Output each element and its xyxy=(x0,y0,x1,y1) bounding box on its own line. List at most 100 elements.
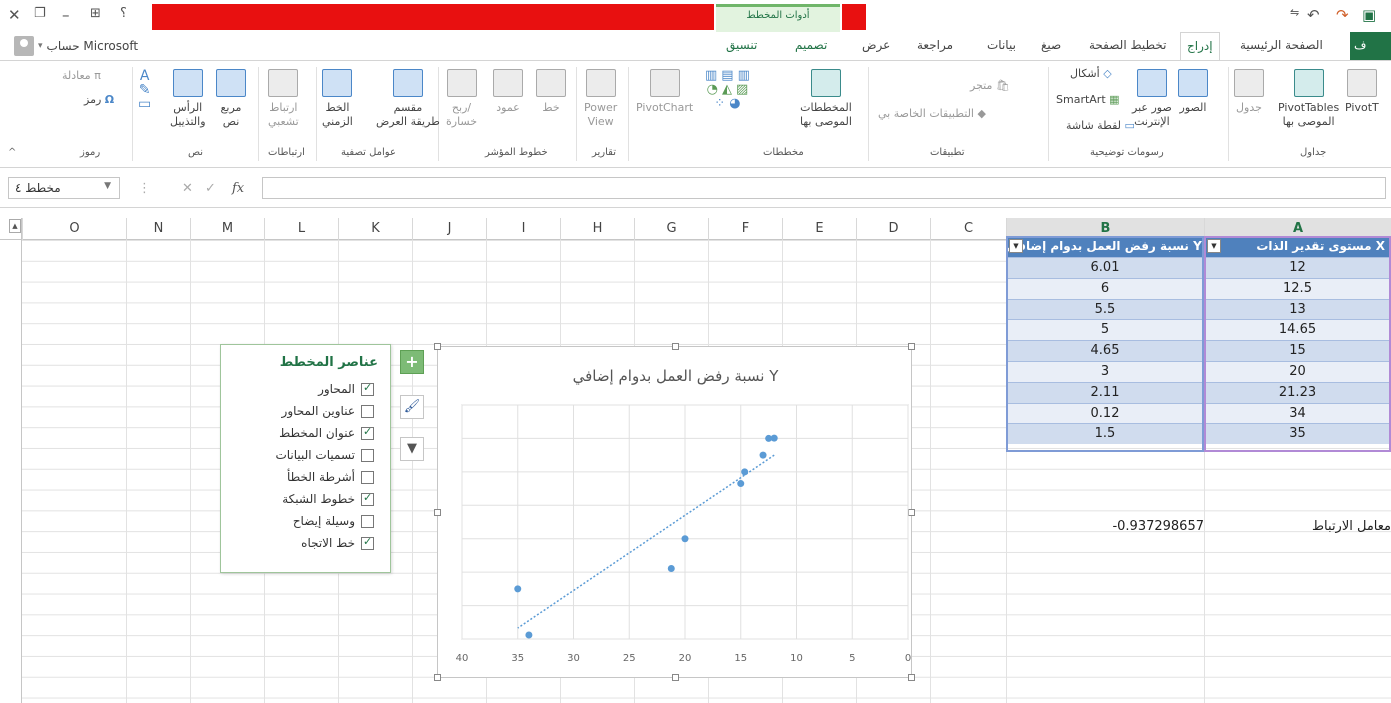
formula-input[interactable] xyxy=(262,177,1386,199)
cell-a[interactable]: 12 xyxy=(1204,257,1391,278)
chart-styles-brush-icon[interactable]: 🖌 xyxy=(400,395,424,419)
column-header-c[interactable]: C xyxy=(930,218,1006,240)
screenshot-button[interactable]: لقطة شاشة ▭ xyxy=(1066,119,1135,133)
chart-element-option[interactable]: خط الاتجاه xyxy=(301,533,374,553)
my-apps-button[interactable]: التطبيقات الخاصة بي ◆ xyxy=(878,107,986,121)
cell-b[interactable]: 1.5 xyxy=(1006,423,1204,444)
tab-format[interactable]: تنسيق xyxy=(726,38,757,52)
checkbox[interactable] xyxy=(361,535,374,550)
chart-element-option[interactable]: عنوان المخطط xyxy=(279,423,374,443)
cell-b[interactable]: 5 xyxy=(1006,319,1204,340)
chart-element-option[interactable]: المحاور xyxy=(318,379,374,399)
save-icon[interactable]: ▣ xyxy=(1362,6,1376,24)
slicer-button[interactable]: مقسم طريقة العرض xyxy=(376,69,440,129)
vertical-scrollbar[interactable]: ▲ xyxy=(8,218,22,703)
checkbox[interactable] xyxy=(361,425,374,440)
online-pictures-button[interactable]: صور عبر الإنترنت xyxy=(1132,69,1172,129)
cell-b[interactable]: 5.5 xyxy=(1006,299,1204,320)
sparkline-winloss-button[interactable]: ربح/ خسارة xyxy=(446,69,477,129)
sparkline-line-button[interactable]: خط xyxy=(536,69,566,115)
pivotchart-button[interactable]: PivotChart xyxy=(636,69,693,115)
tab-home[interactable]: الصفحة الرئيسية xyxy=(1240,38,1323,52)
undo-icon[interactable]: ↶ xyxy=(1307,6,1320,24)
chevron-down-icon[interactable]: ▼ xyxy=(104,181,111,191)
ribbon-display-icon[interactable]: ⊞ xyxy=(90,6,101,21)
help-icon[interactable]: ؟ xyxy=(120,6,127,21)
cell-b[interactable]: 4.65 xyxy=(1006,340,1204,361)
redo-icon[interactable]: ↷ xyxy=(1336,6,1349,24)
pictures-button[interactable]: الصور xyxy=(1178,69,1208,115)
cell-a[interactable]: 15 xyxy=(1204,340,1391,361)
sparkline-column-button[interactable]: عمود xyxy=(493,69,523,115)
tab-review[interactable]: مراجعة xyxy=(917,38,953,52)
checkbox[interactable] xyxy=(361,381,374,396)
chart-element-option[interactable]: وسيلة إيضاح xyxy=(293,511,374,531)
store-button[interactable]: متجر 🛍 xyxy=(970,79,1010,93)
cell-a[interactable]: 12.5 xyxy=(1204,278,1391,299)
checkbox[interactable] xyxy=(361,491,374,506)
minimize-icon[interactable]: – xyxy=(62,6,70,24)
cell-b[interactable]: 6 xyxy=(1006,278,1204,299)
table-button[interactable]: جدول xyxy=(1234,69,1264,115)
timeline-button[interactable]: الخط الزمني xyxy=(322,69,353,129)
tab-file[interactable]: ف xyxy=(1350,32,1391,60)
cell-b[interactable]: 6.01 xyxy=(1006,257,1204,278)
column-header-f[interactable]: F xyxy=(708,218,782,240)
text-tools-small[interactable]: A ✎ ▭ xyxy=(138,69,151,111)
equation-button[interactable]: معادلة π xyxy=(62,69,101,83)
cell-b[interactable]: 0.12 xyxy=(1006,403,1204,424)
column-header-h[interactable]: H xyxy=(560,218,634,240)
cell-a[interactable]: 13 xyxy=(1204,299,1391,320)
filter-dropdown-icon[interactable]: ▼ xyxy=(1207,239,1221,253)
symbol-button[interactable]: رمز Ω xyxy=(84,93,114,107)
correlation-label[interactable]: معامل الارتباط xyxy=(1300,516,1391,537)
enter-icon[interactable]: ✓ xyxy=(205,181,216,196)
cell-a[interactable]: 35 xyxy=(1204,423,1391,444)
correlation-value[interactable]: -0.937298657 xyxy=(1080,516,1204,537)
checkbox[interactable] xyxy=(361,470,374,484)
chart-filters-icon[interactable]: ▼ xyxy=(400,437,424,461)
cell-b[interactable]: 2.11 xyxy=(1006,382,1204,403)
recommended-charts-button[interactable]: المخططات الموصى بها xyxy=(800,69,852,129)
tab-view[interactable]: عرض xyxy=(862,38,890,52)
chart-type-gallery[interactable]: ▥▤▥ ◔◭▨ ⁘◕ xyxy=(705,69,754,111)
cell-a[interactable]: 20 xyxy=(1204,361,1391,382)
column-header-o[interactable]: O xyxy=(22,218,126,240)
column-header-i[interactable]: I xyxy=(486,218,560,240)
tab-formulas[interactable]: صيغ xyxy=(1041,38,1061,52)
column-header-j[interactable]: J xyxy=(412,218,486,240)
restore-icon[interactable]: ❐ xyxy=(34,6,46,21)
account-button[interactable]: ▾ حساب Microsoft xyxy=(14,35,138,57)
shapes-button[interactable]: أشكال ◇ xyxy=(1070,67,1112,81)
customize-qat-icon[interactable]: ⇋ xyxy=(1290,6,1299,19)
textbox-button[interactable]: مربع نص xyxy=(216,69,246,129)
column-header-g[interactable]: G xyxy=(634,218,708,240)
scroll-up-icon[interactable]: ▲ xyxy=(9,219,21,233)
cell-a[interactable]: 21.23 xyxy=(1204,382,1391,403)
hyperlink-button[interactable]: ارتباط تشعبي xyxy=(268,69,299,129)
cancel-icon[interactable]: ✕ xyxy=(182,181,193,196)
recommended-pivottables-button[interactable]: PivotTables الموصى بها xyxy=(1278,69,1339,129)
column-header-l[interactable]: L xyxy=(264,218,338,240)
column-header-e[interactable]: E xyxy=(782,218,856,240)
power-view-button[interactable]: Power View xyxy=(584,69,617,129)
chart-element-option[interactable]: عناوين المحاور xyxy=(282,401,374,421)
tab-design[interactable]: تصميم xyxy=(795,38,827,52)
chart-elements-button[interactable]: + xyxy=(400,350,424,374)
filter-dropdown-icon[interactable]: ▼ xyxy=(1009,239,1023,253)
pivottable-button[interactable]: PivotT xyxy=(1345,69,1379,115)
insert-function-icon[interactable]: fx xyxy=(232,181,244,196)
table-header-b[interactable]: ▼ نسبة رفض العمل بدوام إضافي Y xyxy=(1006,236,1204,257)
tab-data[interactable]: بيانات xyxy=(987,38,1016,52)
checkbox[interactable] xyxy=(361,404,374,418)
scatter-chart[interactable]: نسبة رفض العمل بدوام إضافي Y 76543210403… xyxy=(434,343,915,681)
header-footer-button[interactable]: الرأس والتذييل xyxy=(170,69,206,129)
column-header-d[interactable]: D xyxy=(856,218,930,240)
table-header-a[interactable]: ▼ مستوى تقدير الذات X xyxy=(1204,236,1391,257)
column-header-n[interactable]: N xyxy=(126,218,190,240)
chart-element-option[interactable]: تسميات البيانات xyxy=(275,445,374,465)
tab-page-layout[interactable]: تخطيط الصفحة xyxy=(1089,38,1166,52)
chart-element-option[interactable]: أشرطة الخطأ xyxy=(287,467,374,487)
cell-a[interactable]: 14.65 xyxy=(1204,319,1391,340)
column-header-m[interactable]: M xyxy=(190,218,264,240)
